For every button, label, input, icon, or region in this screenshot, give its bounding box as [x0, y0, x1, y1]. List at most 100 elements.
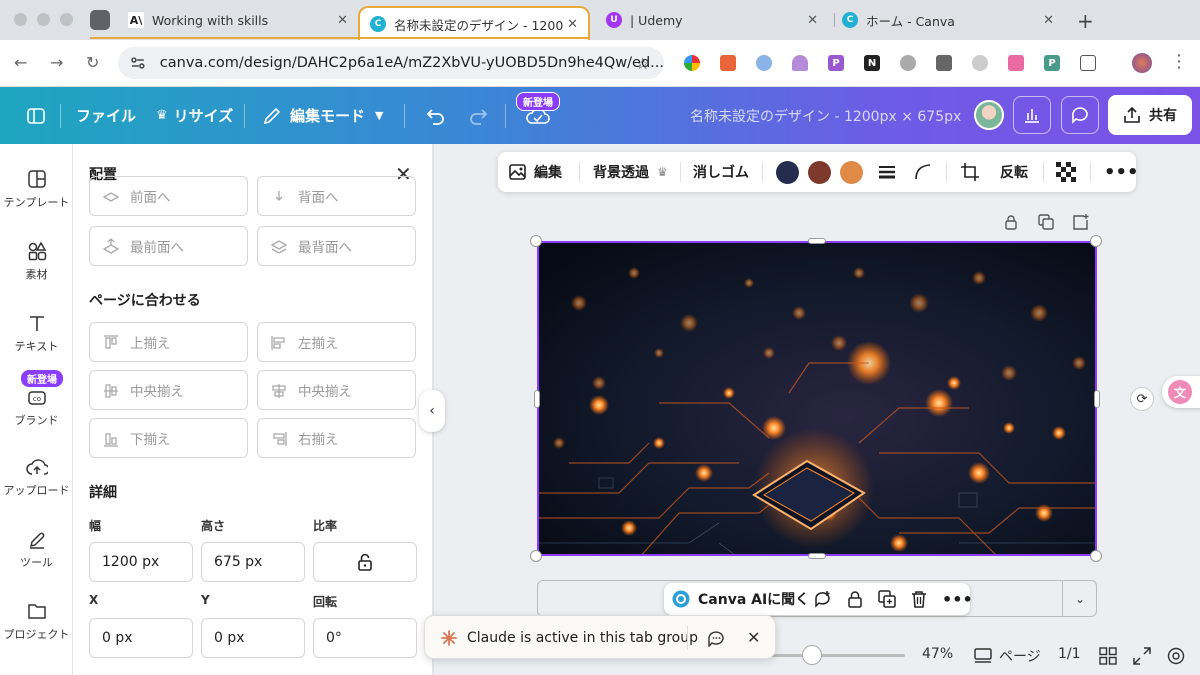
edit-mode-dropdown[interactable]: 編集モード ▼ [262, 87, 383, 144]
tab-udemy[interactable]: U | Udemy ✕ [596, 6, 828, 34]
color-swatch-orange[interactable] [840, 161, 863, 184]
help-icon[interactable] [1167, 647, 1185, 665]
line-weight-button[interactable] [878, 152, 896, 192]
width-field[interactable]: 1200 px [89, 542, 193, 582]
translate-assistant-button[interactable]: 文 [1162, 376, 1200, 408]
user-avatar[interactable] [974, 100, 1004, 130]
extension-p-icon[interactable]: P [828, 55, 844, 71]
extension-target-icon[interactable] [756, 55, 772, 71]
y-field[interactable]: 0 px [201, 618, 305, 658]
extension-image-icon[interactable] [720, 55, 736, 71]
circuit-board-image[interactable] [539, 243, 1097, 556]
comments-button[interactable] [1061, 96, 1099, 134]
rotate-field[interactable]: 0° [313, 618, 417, 658]
align-center-button[interactable]: 中央揃え [257, 370, 416, 410]
forward-icon[interactable]: → [50, 53, 63, 72]
x-field[interactable]: 0 px [89, 618, 193, 658]
align-top-button[interactable]: 上揃え [89, 322, 248, 362]
resize-handle-left[interactable] [534, 390, 540, 408]
add-comment-icon[interactable] [814, 590, 832, 608]
bring-forward-button[interactable]: 前面へ [89, 176, 248, 216]
site-settings-icon[interactable] [130, 55, 146, 71]
close-window-button[interactable] [14, 13, 27, 26]
rail-item-projects[interactable]: プロジェクト [0, 600, 73, 642]
zoom-level[interactable]: 47% [922, 646, 953, 662]
extension-colorful-icon[interactable] [684, 55, 700, 71]
close-tab-icon[interactable]: ✕ [337, 13, 348, 28]
sidebar-toggle-icon[interactable] [26, 87, 46, 144]
profile-avatar-icon[interactable] [1132, 53, 1152, 73]
close-tab-icon[interactable]: ✕ [807, 13, 818, 28]
align-middle-button[interactable]: 中央揃え [89, 370, 248, 410]
pages-icon[interactable] [973, 647, 993, 665]
duplicate-icon[interactable] [1038, 214, 1054, 230]
document-title[interactable]: 名称未設定のデザイン - 1200px × 675px [690, 87, 961, 144]
undo-button[interactable] [424, 87, 446, 144]
redo-button[interactable] [468, 87, 490, 144]
chevron-down-icon[interactable]: ⌄ [1062, 580, 1097, 617]
file-menu-button[interactable]: ファイル [76, 87, 136, 144]
resize-handle-top[interactable] [808, 238, 826, 244]
resize-handle-bottom-left[interactable] [530, 550, 542, 562]
extension-translate-icon[interactable] [1008, 55, 1024, 71]
lock-icon[interactable] [1003, 214, 1019, 230]
insights-button[interactable] [1013, 96, 1051, 134]
align-right-button[interactable]: 右揃え [257, 418, 416, 458]
color-swatch-brown[interactable] [808, 161, 831, 184]
reload-icon[interactable]: ↻ [86, 53, 99, 72]
resize-handle-right[interactable] [1094, 390, 1100, 408]
extension-box-icon[interactable] [936, 55, 952, 71]
eraser-button[interactable]: 消しゴム [693, 152, 749, 192]
resize-button[interactable]: ♛ リサイズ [156, 87, 233, 144]
align-left-button[interactable]: 左揃え [257, 322, 416, 362]
bookmark-star-icon[interactable]: ☆ [636, 54, 650, 73]
tab-group-icon[interactable] [90, 10, 110, 30]
align-bottom-button[interactable]: 下揃え [89, 418, 248, 458]
browser-menu-icon[interactable]: ⋮ [1170, 51, 1188, 72]
close-tab-icon[interactable]: ✕ [567, 17, 578, 32]
lock-icon[interactable] [846, 590, 864, 608]
resize-handle-bottom-right[interactable] [1090, 550, 1102, 562]
canva-ai-icon[interactable] [672, 590, 690, 608]
back-icon[interactable]: ← [14, 53, 27, 72]
rail-item-upload[interactable]: アップロード [0, 456, 73, 498]
mouse-icon[interactable] [972, 55, 988, 71]
corner-rounding-button[interactable] [914, 152, 932, 192]
more-horizontal-icon[interactable]: ••• [942, 583, 973, 615]
bring-to-front-button[interactable]: 最前面へ [89, 226, 248, 266]
extensions-puzzle-icon[interactable] [1080, 55, 1096, 71]
rotate-icon[interactable]: ⟳ [1130, 387, 1154, 411]
cloud-icon[interactable] [900, 55, 916, 71]
rail-item-elements[interactable]: 素材 [0, 240, 73, 282]
rail-item-brand[interactable]: co ブランド [0, 386, 73, 428]
send-backward-button[interactable]: 背面へ [257, 176, 416, 216]
new-tab-button[interactable]: + [1077, 9, 1094, 33]
edit-image-button[interactable]: 編集 [508, 152, 562, 192]
transparency-button[interactable] [1056, 152, 1076, 192]
close-icon[interactable]: ✕ [747, 628, 760, 647]
more-options-button[interactable]: ••• [1104, 152, 1139, 192]
close-tab-icon[interactable]: ✕ [1043, 13, 1054, 28]
aspect-lock-button[interactable] [313, 542, 417, 582]
add-page-icon[interactable] [1073, 214, 1089, 230]
rail-item-text[interactable]: テキスト [0, 312, 73, 354]
height-field[interactable]: 675 px [201, 542, 305, 582]
tab-working-with-skills[interactable]: A\ Working with skills ✕ [118, 6, 358, 34]
share-button[interactable]: 共有 [1108, 95, 1192, 135]
ask-canva-ai-button[interactable]: Canva AIに聞く [698, 583, 809, 615]
resize-handle-top-left[interactable] [530, 235, 542, 247]
resize-handle-top-right[interactable] [1090, 235, 1102, 247]
extension-drop-icon[interactable] [792, 55, 808, 71]
pages-label[interactable]: ページ [999, 646, 1041, 666]
zoom-slider-knob[interactable] [802, 645, 822, 665]
maximize-window-button[interactable] [60, 13, 73, 26]
rail-item-tools[interactable]: ツール [0, 528, 73, 570]
color-swatch-navy[interactable] [776, 161, 799, 184]
send-to-back-button[interactable]: 最背面へ [257, 226, 416, 266]
resize-handle-bottom[interactable] [808, 553, 826, 559]
design-canvas[interactable] [537, 241, 1097, 556]
minimize-window-button[interactable] [37, 13, 50, 26]
duplicate-add-icon[interactable] [878, 590, 896, 608]
rail-item-templates[interactable]: テンプレート [0, 168, 73, 210]
address-bar[interactable]: canva.com/design/DAHC2p6a1eA/mZ2XbVU-yUO… [118, 47, 664, 79]
